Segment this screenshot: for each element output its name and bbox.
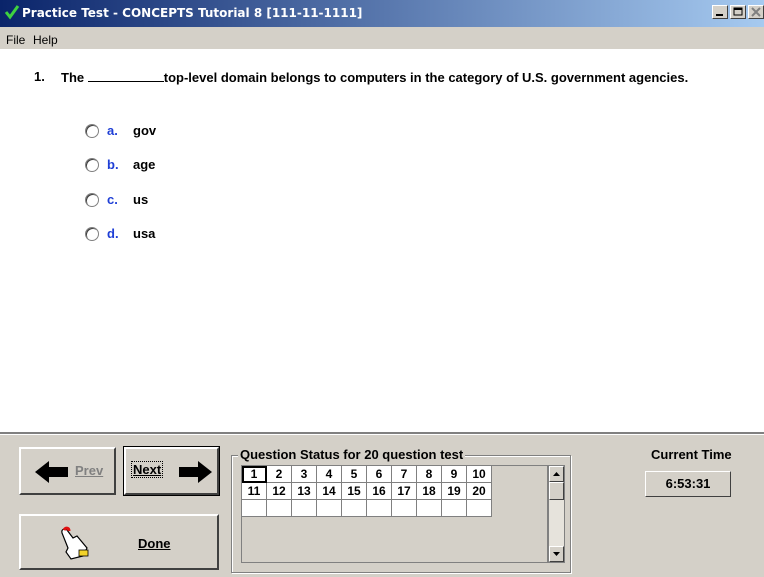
done-label: Done xyxy=(138,536,171,551)
question-cell-17[interactable]: 17 xyxy=(391,482,417,500)
radio-c[interactable] xyxy=(85,193,99,207)
close-button[interactable] xyxy=(748,5,764,19)
close-icon xyxy=(751,7,761,17)
question-cell-1[interactable]: 1 xyxy=(241,465,267,483)
next-label: Next xyxy=(130,461,164,478)
choice-text: us xyxy=(133,192,149,207)
scroll-down-button[interactable] xyxy=(549,546,564,562)
menu-file[interactable]: File xyxy=(6,33,25,47)
question-status-grid: 1 2 3 4 5 6 7 8 9 10 11 12 13 14 15 16 1… xyxy=(241,465,492,517)
prev-button[interactable]: Prev xyxy=(19,447,116,495)
choice-text: usa xyxy=(133,226,156,241)
choice-text: gov xyxy=(133,123,157,138)
question-cell-6[interactable]: 6 xyxy=(366,465,392,483)
question-cell-19[interactable]: 19 xyxy=(441,482,467,500)
question-cell-11[interactable]: 11 xyxy=(241,482,267,500)
question-cell-20[interactable]: 20 xyxy=(466,482,492,500)
question-cell-15[interactable]: 15 xyxy=(341,482,367,500)
current-time-value: 6:53:31 xyxy=(645,471,731,497)
choice-letter: d. xyxy=(107,226,119,241)
question-cell-2[interactable]: 2 xyxy=(266,465,292,483)
radio-d[interactable] xyxy=(85,227,99,241)
question-cell-4[interactable]: 4 xyxy=(316,465,342,483)
question-text-before: The xyxy=(61,70,85,85)
minimize-icon xyxy=(716,14,723,16)
right-arrow-icon xyxy=(179,461,212,483)
window-title: Practice Test - CONCEPTS Tutorial 8 [111… xyxy=(22,6,363,20)
current-time-label: Current Time xyxy=(651,447,732,462)
done-button[interactable]: Done xyxy=(19,514,219,570)
status-scrollbar[interactable] xyxy=(548,465,565,563)
arrow-up-icon xyxy=(553,472,560,476)
prev-label: Prev xyxy=(75,463,104,478)
choice-text: age xyxy=(133,157,156,172)
question-blank xyxy=(87,69,164,82)
menu-help[interactable]: Help xyxy=(33,33,58,47)
menu-bar: File Help xyxy=(0,27,764,49)
question-cell-12[interactable]: 12 xyxy=(266,482,292,500)
question-status-label: Question Status for 20 question test xyxy=(238,447,466,462)
bottom-panel: Prev Next Done Question Status for 20 qu… xyxy=(0,435,764,577)
question-cell-5[interactable]: 5 xyxy=(341,465,367,483)
hand-pointer-icon xyxy=(61,526,89,560)
title-bar: Practice Test - CONCEPTS Tutorial 8 [111… xyxy=(0,0,764,27)
question-cell-13[interactable]: 13 xyxy=(291,482,317,500)
scroll-thumb[interactable] xyxy=(549,482,564,500)
maximize-button[interactable] xyxy=(730,5,746,19)
maximize-icon xyxy=(733,7,743,16)
next-button[interactable]: Next xyxy=(123,446,220,496)
question-cell-16[interactable]: 16 xyxy=(366,482,392,500)
question-cell-9[interactable]: 9 xyxy=(441,465,467,483)
question-cell-10[interactable]: 10 xyxy=(466,465,492,483)
question-text-after: top-level domain belongs to computers in… xyxy=(163,70,689,85)
question-cell-3[interactable]: 3 xyxy=(291,465,317,483)
left-arrow-icon xyxy=(35,461,68,483)
scroll-up-button[interactable] xyxy=(549,466,564,482)
minimize-button[interactable] xyxy=(712,5,728,19)
arrow-down-icon xyxy=(553,552,560,556)
radio-a[interactable] xyxy=(85,124,99,138)
question-cell-7[interactable]: 7 xyxy=(391,465,417,483)
choice-letter: c. xyxy=(107,192,118,207)
choice-letter: b. xyxy=(107,157,119,172)
question-cell-8[interactable]: 8 xyxy=(416,465,442,483)
checkmark-icon xyxy=(4,5,20,20)
choice-letter: a. xyxy=(107,123,118,138)
question-number: 1. xyxy=(34,69,45,84)
radio-b[interactable] xyxy=(85,158,99,172)
question-text: The top-level domain belongs to computer… xyxy=(61,69,711,87)
question-cell-18[interactable]: 18 xyxy=(416,482,442,500)
question-area: 1. The top-level domain belongs to compu… xyxy=(0,49,764,432)
question-cell-14[interactable]: 14 xyxy=(316,482,342,500)
